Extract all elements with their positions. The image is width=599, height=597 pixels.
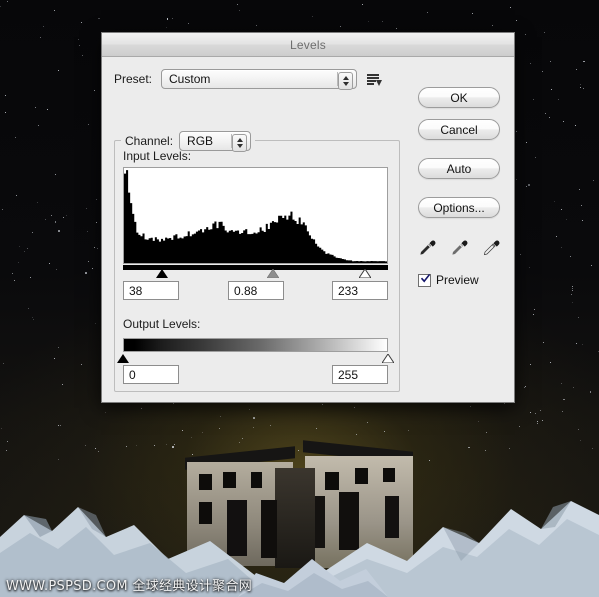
output-white-value: 255 [338, 367, 359, 382]
channel-stepper[interactable] [232, 134, 248, 152]
output-levels-fields: 0 255 [123, 365, 388, 385]
input-levels-label: Input Levels: [123, 149, 192, 163]
preset-value: Custom [169, 72, 211, 86]
input-shadow-value: 38 [129, 283, 143, 298]
cancel-button[interactable]: Cancel [418, 119, 500, 140]
chevron-down-icon [236, 144, 243, 148]
output-gradient-bar[interactable] [123, 338, 388, 352]
dialog-body: Preset: Custom Channel: RGB Input Levels… [102, 57, 514, 401]
output-levels-label: Output Levels: [123, 317, 201, 331]
set-black-point-eyedropper[interactable] [418, 239, 436, 257]
preview-row[interactable]: Preview [418, 273, 479, 287]
ok-button[interactable]: OK [418, 87, 500, 108]
levels-dialog[interactable]: Levels Preset: Custom Channel: RGB Input… [101, 32, 515, 403]
preset-label: Preset: [114, 72, 153, 86]
input-highlight-slider[interactable] [359, 269, 372, 278]
channel-label: Channel: [125, 134, 174, 148]
auto-button-label: Auto [446, 161, 472, 176]
input-highlight-field[interactable]: 233 [332, 281, 388, 300]
input-levels-fields: 38 0.88 233 [123, 281, 388, 301]
input-midtone-slider[interactable] [266, 269, 279, 278]
channel-group: Channel: RGB Input Levels: 38 0.88 233 O… [114, 131, 400, 392]
output-black-slider[interactable] [117, 352, 129, 363]
checkmark-icon [421, 273, 430, 282]
input-highlight-value: 233 [338, 283, 359, 298]
output-white-field[interactable]: 255 [332, 365, 388, 384]
mountain-center [238, 525, 388, 597]
input-midtone-value: 0.88 [234, 283, 258, 298]
channel-dropdown[interactable]: RGB [179, 131, 252, 152]
output-white-slider[interactable] [381, 352, 395, 364]
options-button[interactable]: Options... [418, 197, 500, 218]
cancel-button-label: Cancel [440, 122, 478, 137]
auto-button[interactable]: Auto [418, 158, 500, 179]
input-midtone-field[interactable]: 0.88 [228, 281, 284, 300]
preview-label: Preview [436, 273, 479, 287]
site-watermark: WWW.PSPSD.COM 全球经典设计聚合网 [6, 579, 253, 594]
preset-stepper[interactable] [338, 72, 354, 90]
output-black-value: 0 [129, 367, 136, 382]
preset-row: Preset: Custom [114, 69, 383, 90]
channel-row: Channel: RGB [121, 131, 256, 152]
options-button-label: Options... [433, 200, 485, 215]
input-shadow-field[interactable]: 38 [123, 281, 179, 300]
dialog-titlebar[interactable]: Levels [102, 33, 514, 57]
preset-dropdown[interactable]: Custom [161, 69, 358, 90]
chevron-up-icon [342, 76, 349, 80]
channel-value: RGB [187, 134, 214, 148]
preview-checkbox[interactable] [418, 273, 431, 287]
histogram-chart [123, 167, 388, 264]
ok-button-label: OK [450, 90, 468, 105]
chevron-up-icon [236, 138, 243, 142]
input-shadow-slider[interactable] [156, 269, 169, 278]
chevron-down-icon [342, 82, 349, 86]
output-black-field[interactable]: 0 [123, 365, 179, 384]
eyedropper-group [418, 237, 500, 259]
dialog-title: Levels [290, 37, 326, 52]
preset-options-menu-icon[interactable] [367, 72, 383, 86]
set-white-point-eyedropper[interactable] [482, 239, 500, 257]
set-gray-point-eyedropper[interactable] [450, 239, 468, 257]
